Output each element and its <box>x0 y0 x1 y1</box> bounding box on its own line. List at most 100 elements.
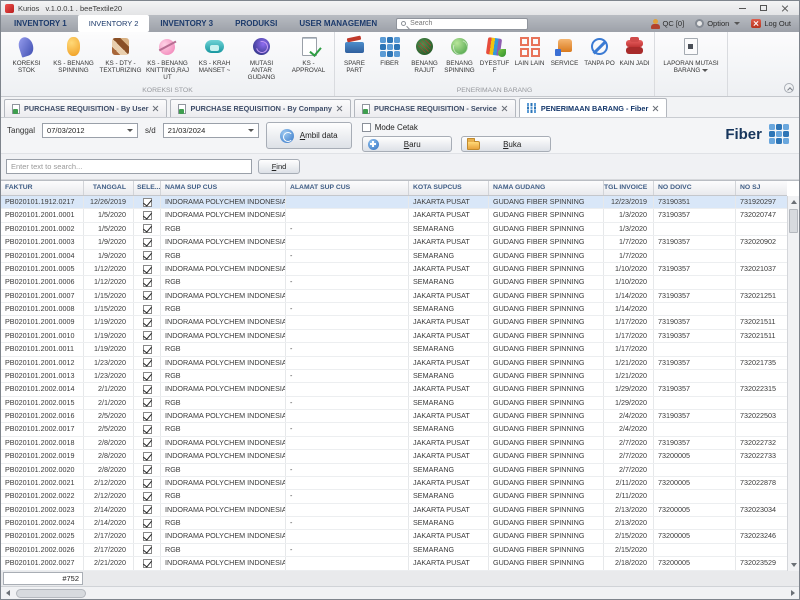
row-checkbox[interactable] <box>143 438 152 447</box>
column-header-no-sj[interactable]: NO SJ <box>736 181 787 195</box>
find-button[interactable]: Find <box>258 159 300 174</box>
ribbon-button-ks-approval[interactable]: KS - APPROVAL <box>285 33 332 76</box>
scroll-down-arrow[interactable] <box>788 559 799 571</box>
row-checkbox[interactable] <box>143 238 152 247</box>
scroll-left-arrow[interactable] <box>1 587 14 599</box>
scroll-right-arrow[interactable] <box>786 587 799 599</box>
row-checkbox[interactable] <box>143 545 152 554</box>
table-row[interactable]: PB020101.2001.00091/19/2020INDORAMA POLY… <box>1 316 787 329</box>
vertical-scrollbar[interactable] <box>787 196 799 571</box>
ambil-data-button[interactable]: Ambil data <box>266 122 352 149</box>
table-row[interactable]: PB020101.2002.00192/8/2020INDORAMA POLYC… <box>1 450 787 463</box>
table-row[interactable]: PB020101.2002.00142/1/2020INDORAMA POLYC… <box>1 383 787 396</box>
ribbon-button-tanpa-po[interactable]: TANPA PO <box>582 33 617 69</box>
doc-tab-purchase-requisition-by-user[interactable]: PURCHASE REQUISITION - By User <box>4 99 167 117</box>
row-checkbox[interactable] <box>143 224 152 233</box>
column-header-sele[interactable]: SELE... <box>134 181 161 195</box>
menu-tab-inventory-1[interactable]: INVENTORY 1 <box>3 15 78 32</box>
table-row[interactable]: PB020101.2002.00212/12/2020INDORAMA POLY… <box>1 477 787 490</box>
ribbon-button-ks-benang-knitting-rajut[interactable]: KS - BENANG KNITTING,RAJUT <box>144 33 191 84</box>
table-row[interactable]: PB020101.2002.00252/17/2020INDORAMA POLY… <box>1 530 787 543</box>
table-row[interactable]: PB020101.2002.00242/14/2020RGB-SEMARANGG… <box>1 517 787 530</box>
table-row[interactable]: PB020101.2001.00051/12/2020INDORAMA POLY… <box>1 263 787 276</box>
ribbon-button-ks-benang-spinning[interactable]: KS - BENANG SPINNING <box>50 33 97 76</box>
row-checkbox[interactable] <box>143 532 152 541</box>
column-header-tgl-invoice[interactable]: TGL INVOICE <box>604 181 654 195</box>
ribbon-button-benang-spinning[interactable]: BENANG SPINNING <box>442 33 477 76</box>
date-to-select[interactable]: 21/03/2024 <box>163 123 259 138</box>
scroll-up-arrow[interactable] <box>788 196 799 208</box>
row-checkbox[interactable] <box>143 559 152 568</box>
row-checkbox[interactable] <box>143 211 152 220</box>
ribbon-button-spare-part[interactable]: SPARE PART <box>337 33 372 76</box>
menu-tab-inventory-3[interactable]: INVENTORY 3 <box>149 15 224 32</box>
tab-close-icon[interactable] <box>152 105 159 112</box>
row-checkbox[interactable] <box>143 479 152 488</box>
doc-tab-purchase-requisition-by-company[interactable]: PURCHASE REQUISITION - By Company <box>170 99 351 117</box>
row-checkbox[interactable] <box>143 452 152 461</box>
table-row[interactable]: PB020101.2002.00262/17/2020RGB-SEMARANGG… <box>1 544 787 557</box>
column-header-no-doivc[interactable]: NO DOIVC <box>654 181 736 195</box>
ribbon-button-kain-jadi[interactable]: KAIN JADI <box>617 33 652 69</box>
mode-cetak-checkbox[interactable] <box>362 123 371 132</box>
ribbon-button-dyestuff[interactable]: DYESTUFF <box>477 33 512 76</box>
row-checkbox[interactable] <box>143 331 152 340</box>
row-checkbox[interactable] <box>143 345 152 354</box>
table-row[interactable]: PB020101.2001.00121/23/2020INDORAMA POLY… <box>1 357 787 370</box>
row-checkbox[interactable] <box>143 372 152 381</box>
row-checkbox[interactable] <box>143 519 152 528</box>
table-row[interactable]: PB020101.2002.00272/21/2020INDORAMA POLY… <box>1 557 787 570</box>
ribbon-collapse-icon[interactable] <box>784 83 794 93</box>
column-header-alamat-sup-cus[interactable]: ALAMAT SUP CUS <box>286 181 409 195</box>
row-checkbox[interactable] <box>143 465 152 474</box>
table-row[interactable]: PB020101.2001.00101/19/2020INDORAMA POLY… <box>1 330 787 343</box>
column-header-kota-supcus[interactable]: KOTA SUPCUS <box>409 181 489 195</box>
horizontal-scrollbar[interactable] <box>1 586 799 599</box>
ribbon-button-ks-krah-manset[interactable]: KS - KRAH MANSET ~ <box>191 33 238 76</box>
doc-tab-penerimaan-barang-fiber[interactable]: PENERIMAAN BARANG - Fiber <box>519 98 667 117</box>
ribbon-button-fiber[interactable]: FIBER <box>372 33 407 69</box>
table-row[interactable]: PB020101.2001.00131/23/2020RGB-SEMARANGG… <box>1 370 787 383</box>
table-row[interactable]: PB020101.2001.00111/19/2020RGB-SEMARANGG… <box>1 343 787 356</box>
table-row[interactable]: PB020101.2002.00182/8/2020INDORAMA POLYC… <box>1 437 787 450</box>
table-row[interactable]: PB020101.2001.00011/5/2020INDORAMA POLYC… <box>1 209 787 222</box>
table-row[interactable]: PB020101.2002.00152/1/2020RGB-SEMARANGGU… <box>1 397 787 410</box>
menu-tab-inventory-2[interactable]: INVENTORY 2 <box>78 15 150 32</box>
buka-button[interactable]: Buka <box>461 136 551 152</box>
row-checkbox[interactable] <box>143 385 152 394</box>
table-row[interactable]: PB020101.2001.00021/5/2020RGB-SEMARANGGU… <box>1 223 787 236</box>
ribbon-button-mutasi-antar-gudang[interactable]: MUTASI ANTAR GUDANG <box>238 33 285 84</box>
table-row[interactable]: PB020101.2002.00222/12/2020RGB-SEMARANGG… <box>1 490 787 503</box>
table-row[interactable]: PB020101.2001.00041/9/2020RGB-SEMARANGGU… <box>1 250 787 263</box>
table-row[interactable]: PB020101.2001.00031/9/2020INDORAMA POLYC… <box>1 236 787 249</box>
maximize-button[interactable] <box>753 2 774 15</box>
menubar-item-option[interactable]: Option <box>695 19 740 28</box>
menubar-search-input[interactable]: Search <box>396 18 528 30</box>
minimize-button[interactable] <box>732 2 753 15</box>
row-checkbox[interactable] <box>143 358 152 367</box>
row-checkbox[interactable] <box>143 492 152 501</box>
ribbon-button-ks-dty-texturizing[interactable]: KS - DTY - TEXTURIZING <box>97 33 144 76</box>
column-header-tanggal[interactable]: TANGGAL <box>84 181 134 195</box>
row-checkbox[interactable] <box>143 412 152 421</box>
tab-close-icon[interactable] <box>652 105 659 112</box>
search-input[interactable] <box>6 159 252 174</box>
row-checkbox[interactable] <box>143 425 152 434</box>
row-checkbox[interactable] <box>143 505 152 514</box>
row-checkbox[interactable] <box>143 198 152 207</box>
doc-tab-purchase-requisition-service[interactable]: PURCHASE REQUISITION - Service <box>354 99 516 117</box>
column-header-nama-gudang[interactable]: NAMA GUDANG <box>489 181 604 195</box>
table-row[interactable]: PB020101.1912.021712/26/2019INDORAMA POL… <box>1 196 787 209</box>
ribbon-button-benang-rajut[interactable]: BENANG RAJUT <box>407 33 442 76</box>
table-row[interactable]: PB020101.2002.00232/14/2020INDORAMA POLY… <box>1 504 787 517</box>
close-button[interactable] <box>774 2 795 15</box>
row-checkbox[interactable] <box>143 265 152 274</box>
table-row[interactable]: PB020101.2001.00061/12/2020RGB-SEMARANGG… <box>1 276 787 289</box>
ribbon-button-service[interactable]: SERVICE <box>547 33 582 69</box>
baru-button[interactable]: Baru <box>362 136 452 152</box>
table-row[interactable]: PB020101.2002.00202/8/2020RGB-SEMARANGGU… <box>1 464 787 477</box>
column-header-faktur[interactable]: FAKTUR <box>1 181 84 195</box>
row-checkbox[interactable] <box>143 398 152 407</box>
menubar-item-log-out[interactable]: Log Out <box>751 19 791 28</box>
row-checkbox[interactable] <box>143 278 152 287</box>
